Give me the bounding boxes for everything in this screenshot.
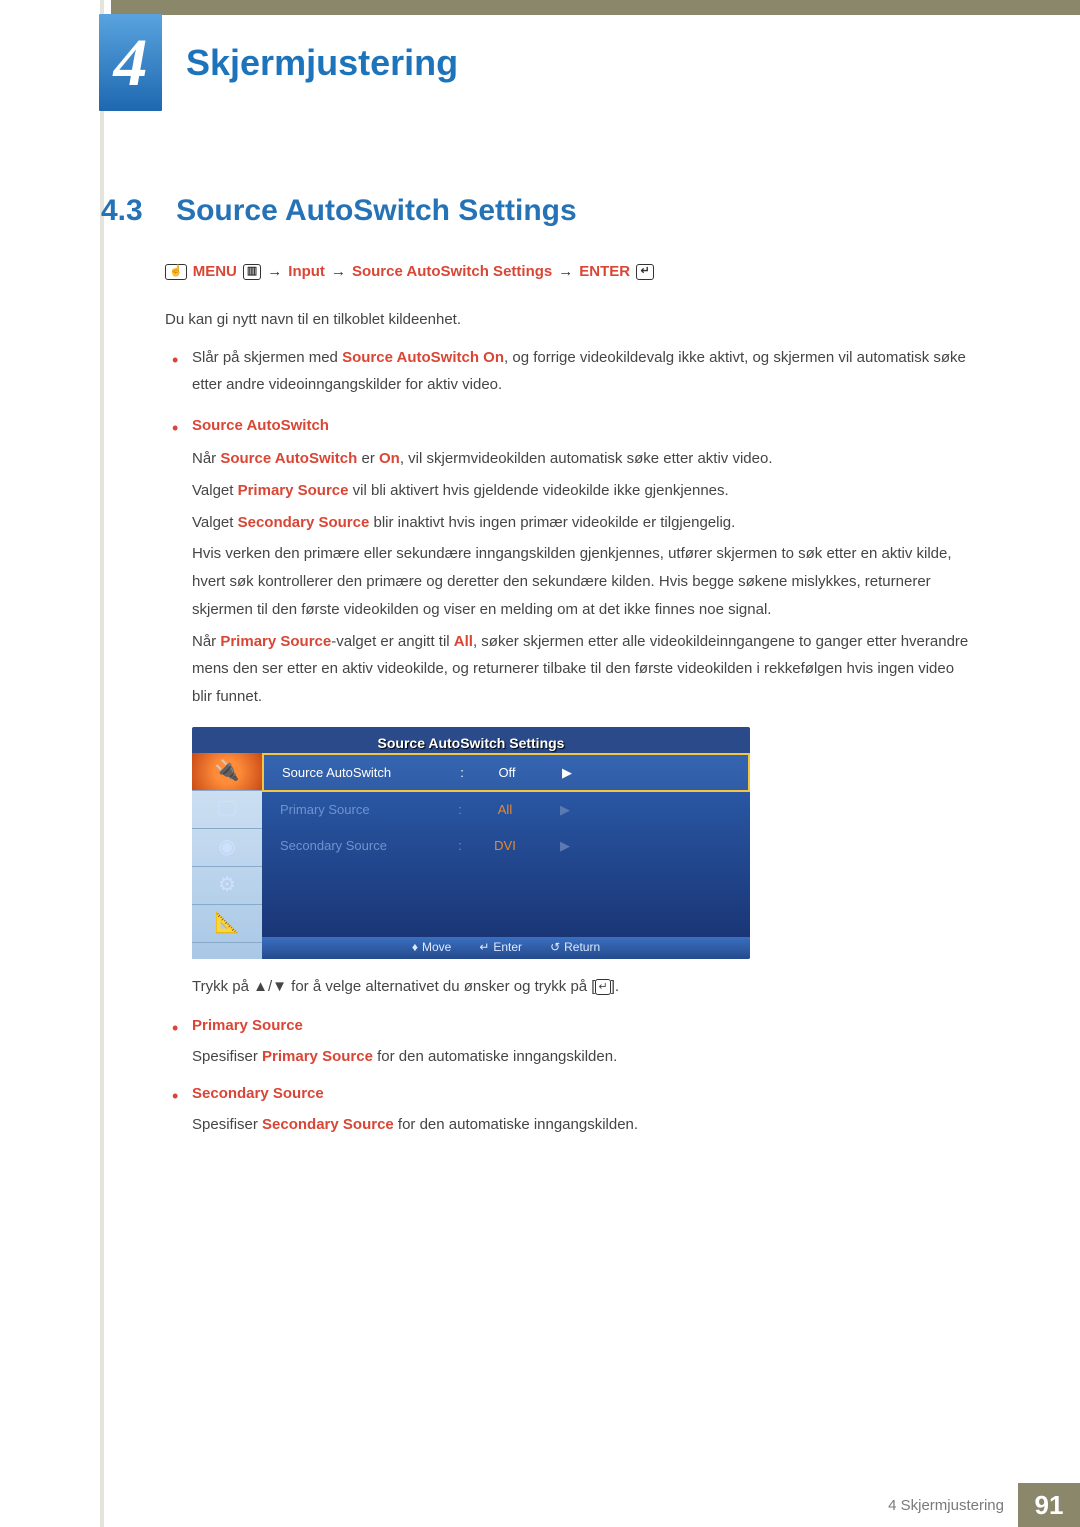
enter-icon: ↵ <box>636 264 654 280</box>
sas-p4: Hvis verken den primære eller sekundære … <box>192 540 970 623</box>
sas-p1: Når Source AutoSwitch er On, vil skjermv… <box>192 445 970 473</box>
caret-right-icon: ▶ <box>540 834 570 857</box>
return-icon: ↺ <box>550 940 560 954</box>
sas-p3: Valget Secondary Source blir inaktivt hv… <box>192 509 970 537</box>
osd-sidebar-setup-icon: ⚙ <box>192 867 262 905</box>
osd-sidebar: 🔌 🖵 ◉ ⚙ 📐 <box>192 753 262 959</box>
primary-heading: Primary Source <box>192 1017 303 1034</box>
osd-row-autoswitch: Source AutoSwitch : Off ▶ <box>262 753 750 792</box>
header-bar <box>111 0 1080 15</box>
footer-chapter: 4 Skjermjustering <box>888 1497 1004 1514</box>
bullet-first: Slår på skjermen med Source AutoSwitch O… <box>170 344 970 398</box>
sas-heading: Source AutoSwitch <box>192 417 329 434</box>
sas-p2: Valget Primary Source vil bli aktivert h… <box>192 477 970 505</box>
osd-footer-return: ↺Return <box>550 937 600 959</box>
osd-sidebar-multi-icon: 📐 <box>192 905 262 943</box>
enter-icon: ↵ <box>595 979 610 995</box>
osd-sidebar-input-icon: 🔌 <box>192 753 262 791</box>
osd-footer: ♦Move ↵Enter ↺Return <box>262 937 750 959</box>
bullet-primary: Primary Source Spesifiser Primary Source… <box>170 1012 970 1070</box>
chapter-title: Skjermjustering <box>186 42 458 84</box>
move-icon: ♦ <box>412 940 418 954</box>
after-osd-text: Trykk på ▲/▼ for å velge alternativet du… <box>192 973 970 1000</box>
left-margin-strip <box>100 0 104 1527</box>
bullet-list: Slår på skjermen med Source AutoSwitch O… <box>170 344 970 1142</box>
osd-footer-enter: ↵Enter <box>479 937 522 959</box>
osd-row-secondary: Secondary Source : DVI ▶ <box>262 828 750 863</box>
breadcrumb-menu: MENU <box>193 263 237 280</box>
page-footer: 4 Skjermjustering 91 <box>0 1483 1080 1527</box>
bullet-source-autoswitch: Source AutoSwitch Når Source AutoSwitch … <box>170 412 970 1000</box>
osd-footer-move: ♦Move <box>412 937 451 959</box>
osd-screenshot: Source AutoSwitch Settings 🔌 🖵 ◉ ⚙ 📐 Sou… <box>192 727 750 959</box>
menu-icon: ▥ <box>243 264 261 280</box>
chapter-badge: 4 <box>99 14 162 111</box>
breadcrumb-enter: ENTER <box>579 263 630 280</box>
secondary-heading: Secondary Source <box>192 1085 324 1102</box>
chapter-number: 4 <box>114 23 148 102</box>
osd-row-primary: Primary Source : All ▶ <box>262 792 750 827</box>
arrow-icon: → <box>558 263 573 280</box>
section-number: 4.3 <box>101 194 143 227</box>
intro-text: Du kan gi nytt navn til en tilkoblet kil… <box>165 311 461 328</box>
arrow-icon: → <box>331 263 346 280</box>
section-heading: 4.3 Source AutoSwitch Settings <box>101 194 577 228</box>
hand-icon: ☝ <box>165 264 187 280</box>
footer-page-number: 91 <box>1018 1483 1080 1527</box>
breadcrumb-input: Input <box>288 263 325 280</box>
caret-right-icon: ▶ <box>540 798 570 821</box>
nav-breadcrumb: ☝ MENU ▥ → Input → Source AutoSwitch Set… <box>165 263 654 280</box>
caret-right-icon: ▶ <box>542 761 572 784</box>
arrow-icon: → <box>267 263 282 280</box>
breadcrumb-setting: Source AutoSwitch Settings <box>352 263 552 280</box>
section-title: Source AutoSwitch Settings <box>176 194 577 227</box>
enter-icon: ↵ <box>479 940 489 954</box>
bullet-secondary: Secondary Source Spesifiser Secondary So… <box>170 1080 970 1138</box>
osd-sidebar-picture-icon: 🖵 <box>192 791 262 829</box>
osd-main: Source AutoSwitch : Off ▶ Primary Source… <box>262 753 750 937</box>
sas-p5: Når Primary Source-valget er angitt til … <box>192 628 970 711</box>
osd-sidebar-sound-icon: ◉ <box>192 829 262 867</box>
